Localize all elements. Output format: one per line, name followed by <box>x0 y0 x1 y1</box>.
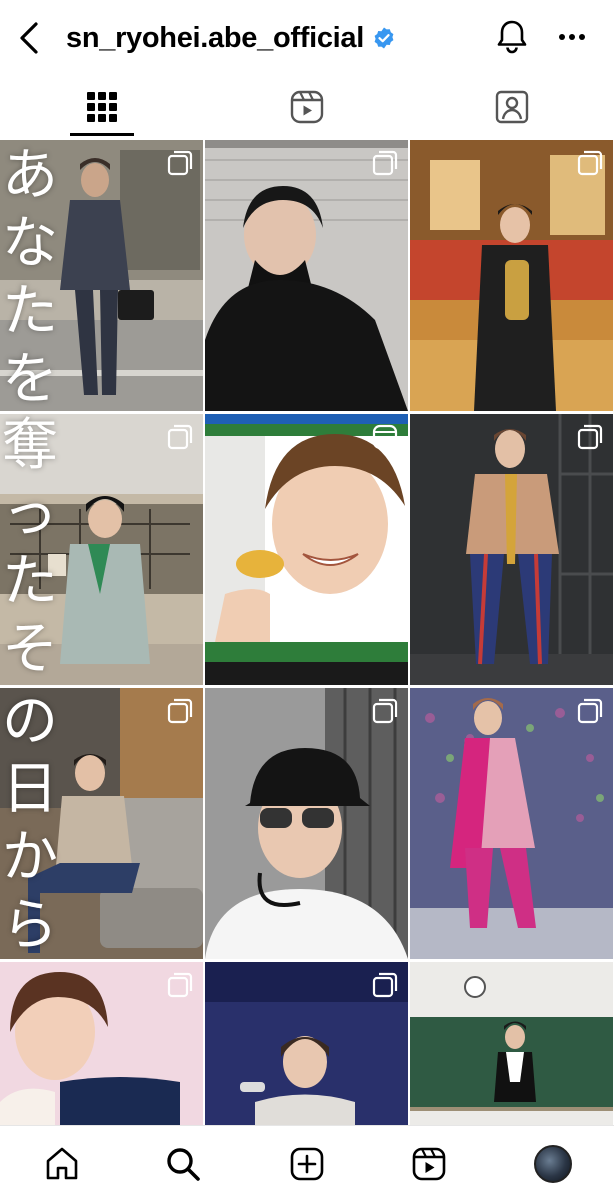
nav-profile[interactable] <box>533 1144 573 1184</box>
post-thumbnail[interactable] <box>410 688 613 959</box>
post-image <box>410 688 613 959</box>
multiple-posts-icon <box>577 698 603 724</box>
post-thumbnail[interactable]: あなたを <box>0 140 203 411</box>
more-icon[interactable] <box>552 22 592 52</box>
overlay-text: あなたを <box>2 143 58 411</box>
post-image <box>205 414 408 685</box>
multiple-posts-icon <box>372 698 398 724</box>
home-icon <box>46 1147 78 1180</box>
reels-icon <box>290 90 324 124</box>
post-thumbnail[interactable] <box>410 140 613 411</box>
active-tab-indicator <box>70 133 134 136</box>
multiple-posts-icon <box>372 150 398 176</box>
multiple-posts-icon <box>167 424 193 450</box>
post-image <box>410 962 613 1125</box>
grid-icon <box>87 92 117 122</box>
posts-grid: あなたを 奪 っ た そ の 日 か ら <box>0 140 614 1125</box>
multiple-posts-icon <box>577 424 603 450</box>
nav-create[interactable] <box>287 1144 327 1184</box>
verified-badge-icon <box>374 27 394 49</box>
post-thumbnail[interactable] <box>205 962 408 1125</box>
profile-avatar <box>534 1145 572 1183</box>
bell-icon[interactable] <box>494 18 530 56</box>
bottom-nav <box>0 1125 614 1201</box>
multiple-posts-icon <box>167 698 193 724</box>
multiple-posts-icon <box>577 150 603 176</box>
post-thumbnail[interactable]: の日から <box>0 688 203 959</box>
multiple-posts-icon <box>167 972 193 998</box>
tab-tagged[interactable] <box>410 78 614 136</box>
nav-search[interactable] <box>163 1144 203 1184</box>
post-image <box>205 140 408 411</box>
overlay-text: の日から <box>2 689 58 958</box>
multiple-posts-icon <box>167 150 193 176</box>
profile-tabs <box>0 78 614 136</box>
post-image <box>205 688 408 959</box>
create-icon <box>290 1147 324 1181</box>
post-image <box>410 414 613 685</box>
post-thumbnail[interactable] <box>205 414 408 685</box>
multiple-posts-icon <box>372 972 398 998</box>
profile-header: sn_ryohei.abe_official <box>0 0 614 76</box>
tab-reels[interactable] <box>205 78 409 136</box>
post-thumbnail[interactable]: 奪ったそ <box>0 414 203 685</box>
post-thumbnail[interactable] <box>0 962 203 1125</box>
post-thumbnail[interactable] <box>205 140 408 411</box>
profile-title: sn_ryohei.abe_official <box>66 18 396 58</box>
nav-home[interactable] <box>42 1144 82 1184</box>
username: sn_ryohei.abe_official <box>66 21 365 54</box>
tagged-icon <box>495 90 529 124</box>
post-image <box>410 140 613 411</box>
post-thumbnail[interactable] <box>410 962 613 1125</box>
reels-icon <box>412 1147 446 1181</box>
tab-posts[interactable] <box>0 78 204 136</box>
search-icon <box>167 1148 200 1181</box>
reel-icon <box>372 424 398 450</box>
overlay-text: 奪ったそ <box>2 414 58 682</box>
chevron-left-icon[interactable] <box>14 18 46 58</box>
post-thumbnail[interactable] <box>410 414 613 685</box>
post-thumbnail[interactable] <box>205 688 408 959</box>
nav-reels[interactable] <box>409 1144 449 1184</box>
